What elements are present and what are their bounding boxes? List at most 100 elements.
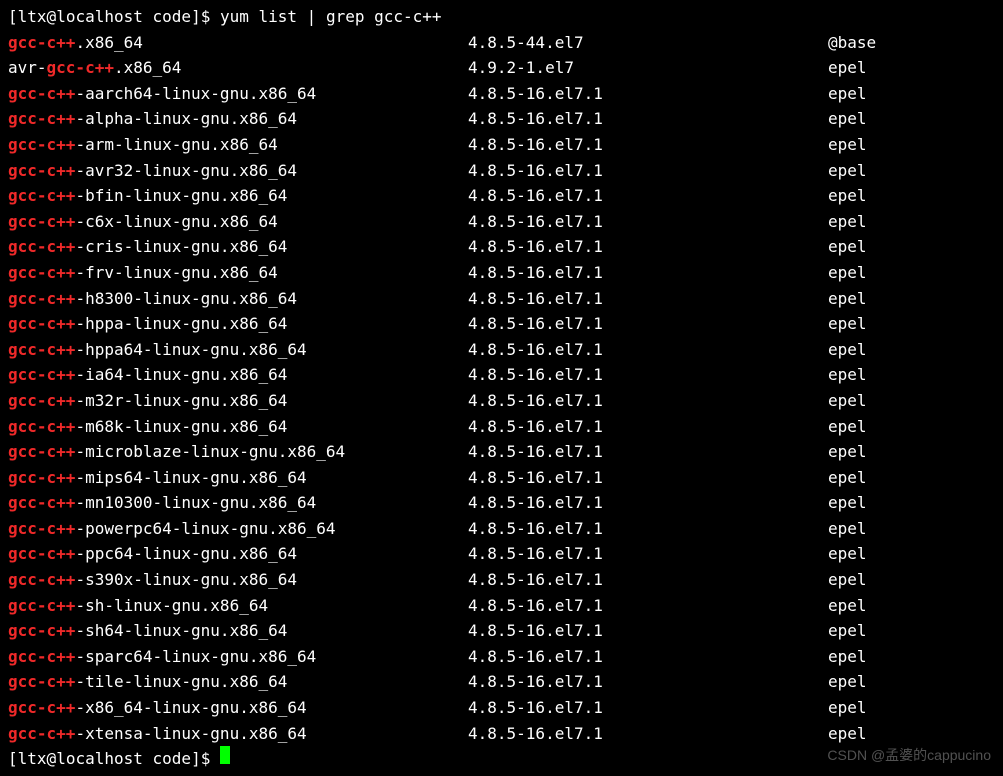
grep-match: gcc-c++ (8, 570, 75, 589)
package-name: gcc-c++-m68k-linux-gnu.x86_64 (8, 414, 468, 440)
output-row: gcc-c++-avr32-linux-gnu.x86_644.8.5-16.e… (8, 158, 995, 184)
package-version: 4.8.5-16.el7.1 (468, 81, 828, 107)
grep-match: gcc-c++ (8, 468, 75, 487)
output-row: gcc-c++-m32r-linux-gnu.x86_644.8.5-16.el… (8, 388, 995, 414)
grep-match: gcc-c++ (8, 672, 75, 691)
package-repo: epel (828, 158, 995, 184)
grep-match: gcc-c++ (8, 391, 75, 410)
output-row: gcc-c++-xtensa-linux-gnu.x86_644.8.5-16.… (8, 721, 995, 747)
package-repo: epel (828, 362, 995, 388)
package-name: gcc-c++-sparc64-linux-gnu.x86_64 (8, 644, 468, 670)
package-version: 4.8.5-16.el7.1 (468, 439, 828, 465)
watermark-text: CSDN @孟婆的cappucino (827, 744, 991, 766)
grep-match: gcc-c++ (8, 135, 75, 154)
package-version: 4.8.5-16.el7.1 (468, 260, 828, 286)
package-version: 4.8.5-16.el7.1 (468, 132, 828, 158)
package-repo: epel (828, 414, 995, 440)
package-repo: epel (828, 55, 995, 81)
package-name: gcc-c++-alpha-linux-gnu.x86_64 (8, 106, 468, 132)
package-repo: epel (828, 234, 995, 260)
package-repo: epel (828, 465, 995, 491)
package-name: gcc-c++-mips64-linux-gnu.x86_64 (8, 465, 468, 491)
package-version: 4.8.5-16.el7.1 (468, 669, 828, 695)
package-version: 4.8.5-16.el7.1 (468, 362, 828, 388)
grep-match: gcc-c++ (47, 58, 114, 77)
package-version: 4.8.5-16.el7.1 (468, 414, 828, 440)
package-version: 4.8.5-16.el7.1 (468, 311, 828, 337)
package-version: 4.8.5-16.el7.1 (468, 337, 828, 363)
package-name: gcc-c++-microblaze-linux-gnu.x86_64 (8, 439, 468, 465)
package-repo: epel (828, 286, 995, 312)
output-row: gcc-c++-microblaze-linux-gnu.x86_644.8.5… (8, 439, 995, 465)
output-row: gcc-c++-hppa64-linux-gnu.x86_644.8.5-16.… (8, 337, 995, 363)
grep-match: gcc-c++ (8, 698, 75, 717)
package-repo: epel (828, 106, 995, 132)
package-repo: epel (828, 81, 995, 107)
output-row: gcc-c++-sh64-linux-gnu.x86_644.8.5-16.el… (8, 618, 995, 644)
package-repo: epel (828, 209, 995, 235)
package-name: gcc-c++-m32r-linux-gnu.x86_64 (8, 388, 468, 414)
prompt-at: @ (47, 4, 57, 30)
package-version: 4.8.5-16.el7.1 (468, 618, 828, 644)
grep-match: gcc-c++ (8, 724, 75, 743)
package-version: 4.8.5-16.el7.1 (468, 516, 828, 542)
grep-match: gcc-c++ (8, 417, 75, 436)
package-version: 4.8.5-16.el7.1 (468, 234, 828, 260)
output-row: gcc-c++-sh-linux-gnu.x86_644.8.5-16.el7.… (8, 593, 995, 619)
package-version: 4.8.5-16.el7.1 (468, 721, 828, 747)
output-row: gcc-c++.x86_644.8.5-44.el7@base (8, 30, 995, 56)
grep-match: gcc-c++ (8, 621, 75, 640)
prompt-user: ltx (18, 4, 47, 30)
prompt-open: [ (8, 4, 18, 30)
package-repo: epel (828, 311, 995, 337)
output-row: gcc-c++-frv-linux-gnu.x86_644.8.5-16.el7… (8, 260, 995, 286)
package-repo: epel (828, 541, 995, 567)
package-name: gcc-c++-tile-linux-gnu.x86_64 (8, 669, 468, 695)
package-name: gcc-c++-s390x-linux-gnu.x86_64 (8, 567, 468, 593)
output-row: gcc-c++-aarch64-linux-gnu.x86_644.8.5-16… (8, 81, 995, 107)
output-row: gcc-c++-h8300-linux-gnu.x86_644.8.5-16.e… (8, 286, 995, 312)
package-name: gcc-c++-cris-linux-gnu.x86_64 (8, 234, 468, 260)
package-name: gcc-c++-avr32-linux-gnu.x86_64 (8, 158, 468, 184)
grep-match: gcc-c++ (8, 340, 75, 359)
grep-match: gcc-c++ (8, 186, 75, 205)
grep-match: gcc-c++ (8, 519, 75, 538)
output-row: gcc-c++-c6x-linux-gnu.x86_644.8.5-16.el7… (8, 209, 995, 235)
package-name: gcc-c++-sh-linux-gnu.x86_64 (8, 593, 468, 619)
output-row: gcc-c++-sparc64-linux-gnu.x86_644.8.5-16… (8, 644, 995, 670)
package-repo: epel (828, 721, 995, 747)
package-version: 4.8.5-16.el7.1 (468, 593, 828, 619)
package-repo: epel (828, 669, 995, 695)
package-repo: @base (828, 30, 995, 56)
package-name: gcc-c++-xtensa-linux-gnu.x86_64 (8, 721, 468, 747)
grep-match: gcc-c++ (8, 84, 75, 103)
grep-match: gcc-c++ (8, 314, 75, 333)
package-name: gcc-c++-aarch64-linux-gnu.x86_64 (8, 81, 468, 107)
grep-match: gcc-c++ (8, 289, 75, 308)
grep-match: gcc-c++ (8, 212, 75, 231)
output-row: gcc-c++-mips64-linux-gnu.x86_644.8.5-16.… (8, 465, 995, 491)
package-repo: epel (828, 439, 995, 465)
output-row: gcc-c++-m68k-linux-gnu.x86_644.8.5-16.el… (8, 414, 995, 440)
package-version: 4.8.5-16.el7.1 (468, 183, 828, 209)
output-row: gcc-c++-ia64-linux-gnu.x86_644.8.5-16.el… (8, 362, 995, 388)
package-name: gcc-c++-ppc64-linux-gnu.x86_64 (8, 541, 468, 567)
grep-match: gcc-c++ (8, 365, 75, 384)
package-version: 4.8.5-44.el7 (468, 30, 828, 56)
output-row: avr-gcc-c++.x86_644.9.2-1.el7epel (8, 55, 995, 81)
output-row: gcc-c++-bfin-linux-gnu.x86_644.8.5-16.el… (8, 183, 995, 209)
package-repo: epel (828, 388, 995, 414)
package-version: 4.8.5-16.el7.1 (468, 465, 828, 491)
output-row: gcc-c++-arm-linux-gnu.x86_644.8.5-16.el7… (8, 132, 995, 158)
terminal-window[interactable]: [ltx@localhost code]$ yum list | grep gc… (0, 0, 1003, 776)
grep-match: gcc-c++ (8, 647, 75, 666)
output-row: gcc-c++-tile-linux-gnu.x86_644.8.5-16.el… (8, 669, 995, 695)
grep-match: gcc-c++ (8, 109, 75, 128)
package-name: gcc-c++-ia64-linux-gnu.x86_64 (8, 362, 468, 388)
grep-match: gcc-c++ (8, 493, 75, 512)
output-row: gcc-c++-ppc64-linux-gnu.x86_644.8.5-16.e… (8, 541, 995, 567)
package-version: 4.8.5-16.el7.1 (468, 286, 828, 312)
package-name: gcc-c++-bfin-linux-gnu.x86_64 (8, 183, 468, 209)
package-name: gcc-c++-c6x-linux-gnu.x86_64 (8, 209, 468, 235)
output-row: gcc-c++-s390x-linux-gnu.x86_644.8.5-16.e… (8, 567, 995, 593)
